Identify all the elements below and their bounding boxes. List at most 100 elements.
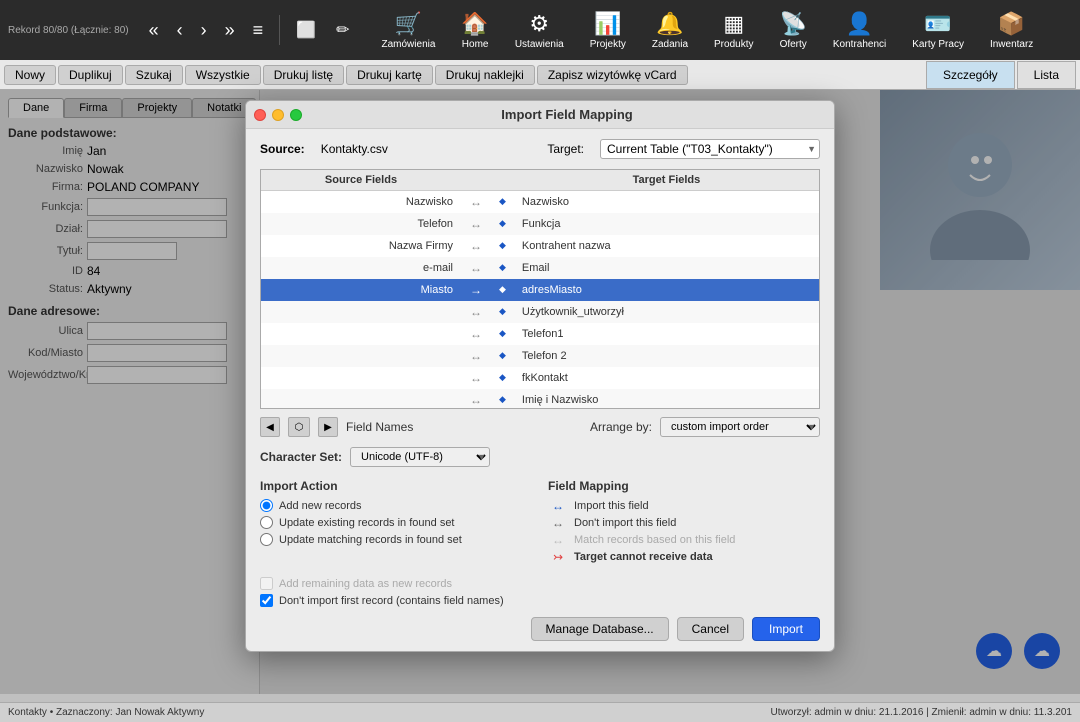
nav-last[interactable]: »	[217, 16, 243, 45]
source-target-row: Source: Kontakty.csv Target: Current Tab…	[260, 139, 820, 159]
col-dot	[491, 170, 514, 191]
target-cell: Funkcja	[514, 213, 819, 235]
radio-update-matching: Update matching records in found set	[260, 533, 532, 546]
dot-cell: ◆	[491, 345, 514, 367]
import-action-section: Import Action Add new records Update exi…	[260, 479, 532, 567]
radio-update-matching-label: Update matching records in found set	[279, 534, 462, 546]
projects-icon: 📊	[594, 11, 621, 37]
mapping-row[interactable]: ↔ ◆ Imię i Nazwisko	[261, 389, 819, 410]
print-card-button[interactable]: Drukuj kartę	[346, 65, 433, 85]
legend-import: ↔ Import this field	[548, 499, 820, 513]
all-button[interactable]: Wszystkie	[185, 65, 261, 85]
nav-first[interactable]: «	[141, 16, 167, 45]
action-bar: Nowy Duplikuj Szukaj Wszystkie Drukuj li…	[0, 60, 1080, 90]
orders-label: Zamówienia	[382, 39, 436, 50]
charset-select[interactable]: Unicode (UTF-8)	[350, 447, 490, 467]
mapping-row[interactable]: Nazwa Firmy ↔ ◆ Kontrahent nazwa	[261, 235, 819, 257]
home-icon: 🏠	[461, 11, 488, 37]
edit-icon[interactable]: ✏	[328, 16, 357, 44]
tab-list[interactable]: Lista	[1017, 61, 1076, 89]
duplicate-button[interactable]: Duplikuj	[58, 65, 123, 85]
print-list-button[interactable]: Drukuj listę	[263, 65, 344, 85]
dot-cell: ◆	[491, 257, 514, 279]
mapping-row[interactable]: ↔ ◆ Telefon1	[261, 323, 819, 345]
minimize-window-btn[interactable]	[272, 109, 284, 121]
close-window-btn[interactable]	[254, 109, 266, 121]
contractors-icon: 👤	[846, 11, 873, 37]
dont-import-first-label: Don't import first record (contains fiel…	[279, 595, 504, 607]
contractors-btn[interactable]: 👤 Kontrahenci	[821, 7, 898, 54]
target-cell: Telefon1	[514, 323, 819, 345]
products-btn[interactable]: ▦ Produkty	[702, 7, 765, 54]
tasks-btn[interactable]: 🔔 Zadania	[640, 7, 700, 54]
tab-details[interactable]: Szczegóły	[926, 61, 1015, 89]
arrow-cell: ↔	[461, 213, 491, 235]
orders-icon: 🛒	[395, 11, 422, 37]
source-cell: Nazwa Firmy	[261, 235, 461, 257]
field-mapping-section: Field Mapping ↔ Import this field ↔ Don'…	[548, 479, 820, 567]
home-label: Home	[462, 39, 489, 50]
source-cell	[261, 389, 461, 410]
settings-btn[interactable]: ⚙ Ustawienia	[503, 7, 576, 54]
radio-add-new-label: Add new records	[279, 500, 362, 512]
new-button[interactable]: Nowy	[4, 65, 56, 85]
nav-prev[interactable]: ‹	[169, 16, 191, 45]
search-button[interactable]: Szukaj	[125, 65, 183, 85]
offers-btn[interactable]: 📡 Oferty	[767, 7, 818, 54]
contractors-label: Kontrahenci	[833, 39, 886, 50]
mapping-row[interactable]: Telefon ↔ ◆ Funkcja	[261, 213, 819, 235]
print-label-button[interactable]: Drukuj naklejki	[435, 65, 535, 85]
legend-import-text: Import this field	[574, 500, 649, 512]
mapping-row[interactable]: e-mail ↔ ◆ Email	[261, 257, 819, 279]
save-vcard-button[interactable]: Zapisz wizytówkę vCard	[537, 65, 688, 85]
inventory-icon: 📦	[998, 11, 1025, 37]
maximize-window-btn[interactable]	[290, 109, 302, 121]
projects-btn[interactable]: 📊 Projekty	[578, 7, 638, 54]
target-cell: Email	[514, 257, 819, 279]
nav-hex-btn[interactable]: ⬡	[288, 417, 310, 437]
mapping-row[interactable]: Nazwisko ↔ ◆ Nazwisko	[261, 191, 819, 213]
dot-cell: ◆	[491, 235, 514, 257]
arrange-label: Arrange by:	[590, 420, 652, 434]
arrange-select[interactable]: custom import order	[660, 417, 820, 437]
radio-add-new-input[interactable]	[260, 499, 273, 512]
tasks-icon: 🔔	[656, 11, 683, 37]
mapping-row[interactable]: ↔ ◆ fkKontakt	[261, 367, 819, 389]
legend-dont-import: ↔ Don't import this field	[548, 516, 820, 530]
mapping-row[interactable]: ↔ ◆ Użytkownik_utworzył	[261, 301, 819, 323]
share-icon[interactable]: ⬜	[288, 16, 324, 44]
home-btn[interactable]: 🏠 Home	[449, 7, 500, 54]
source-value: Kontakty.csv	[321, 142, 388, 156]
add-remaining-checkbox[interactable]	[260, 577, 273, 590]
target-cell: Imię i Nazwisko	[514, 389, 819, 410]
orders-btn[interactable]: 🛒 Zamówienia	[370, 7, 448, 54]
status-bar: Kontakty • Zaznaczony: Jan Nowak Aktywny…	[0, 702, 1080, 722]
tasks-label: Zadania	[652, 39, 688, 50]
work-cards-icon: 🪪	[924, 11, 951, 37]
manage-database-button[interactable]: Manage Database...	[531, 617, 669, 641]
nav-menu[interactable]: ≡	[245, 16, 272, 45]
radio-update-matching-input[interactable]	[260, 533, 273, 546]
nav-left-btn[interactable]: ◀	[260, 417, 280, 437]
source-cell: Nazwisko	[261, 191, 461, 213]
mapping-row[interactable]: ↔ ◆ Telefon 2	[261, 345, 819, 367]
nav-next[interactable]: ›	[193, 16, 215, 45]
mapping-table: Source Fields Target Fields Nazwisko ↔ ◆…	[261, 170, 819, 409]
field-names-label: Field Names	[346, 420, 413, 434]
dont-import-first-row: Don't import first record (contains fiel…	[260, 594, 820, 607]
dot-cell: ◆	[491, 367, 514, 389]
source-cell	[261, 345, 461, 367]
cancel-button[interactable]: Cancel	[677, 617, 744, 641]
target-select[interactable]: Current Table ("T03_Kontakty")	[600, 139, 820, 159]
mapping-row[interactable]: Miasto → ◆ adresMiasto	[261, 279, 819, 301]
dont-import-first-checkbox[interactable]	[260, 594, 273, 607]
radio-update-existing-input[interactable]	[260, 516, 273, 529]
legend-cannot-receive-text: Target cannot receive data	[574, 551, 713, 563]
nav-right-btn[interactable]: ▶	[318, 417, 338, 437]
legend-dont-import-icon: ↔	[548, 516, 568, 530]
inventory-btn[interactable]: 📦 Inwentarz	[978, 7, 1045, 54]
import-button[interactable]: Import	[752, 617, 820, 641]
arrow-cell: ↔	[461, 323, 491, 345]
status-right: Utworzył: admin w dniu: 21.1.2016 | Zmie…	[771, 707, 1072, 718]
work-cards-btn[interactable]: 🪪 Karty Pracy	[900, 7, 976, 54]
